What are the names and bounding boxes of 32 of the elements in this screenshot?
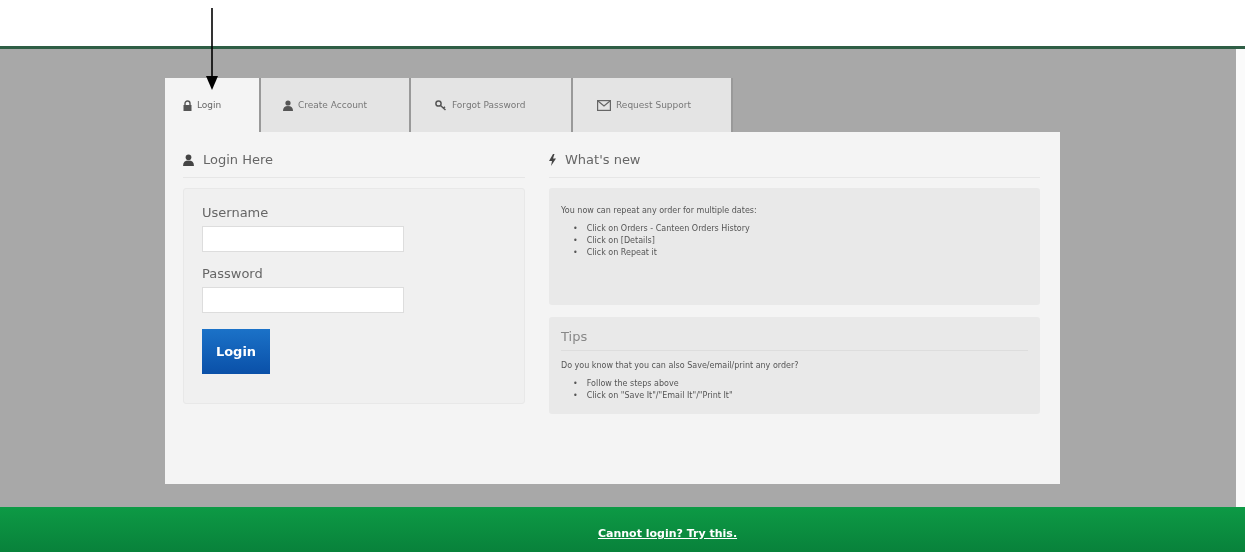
list-item: Follow the steps above <box>586 378 679 390</box>
help-link[interactable]: Cannot login? Try this. <box>507 527 738 541</box>
list-item: Click on [Details] <box>586 235 655 247</box>
news-text: You now can repeat any order for multiple dates: <box>561 206 758 215</box>
section-heading: What's new <box>565 152 641 167</box>
bullet: • <box>573 235 578 247</box>
login-button[interactable]: Login <box>202 329 270 374</box>
scrollbar[interactable] <box>1236 49 1245 507</box>
lock-icon <box>183 99 192 111</box>
tab[interactable]: Forgot Password <box>411 78 573 132</box>
bullet: • <box>573 247 578 259</box>
mail-icon <box>597 99 611 111</box>
section-heading: Login Here <box>203 152 274 167</box>
field-label: Password <box>202 266 263 281</box>
list-item: Click on "Save It"/"Email It"/"Print It" <box>586 390 733 402</box>
user-icon <box>283 99 293 111</box>
tab[interactable]: Login <box>165 78 261 132</box>
field-label: Username <box>202 205 269 220</box>
lightning-icon <box>549 153 556 166</box>
input-field[interactable] <box>202 287 404 313</box>
tips-text: Do you know that you can also Save/email/print any order? <box>561 361 800 370</box>
list-item: Click on Orders - Canteen Orders History <box>586 223 750 235</box>
bullet: • <box>573 378 578 390</box>
user-icon <box>183 153 194 166</box>
bullet: • <box>573 223 578 235</box>
input-field[interactable] <box>202 226 404 252</box>
bullet: • <box>573 390 578 402</box>
tips-heading: Tips <box>561 329 1028 351</box>
tab[interactable]: Request Support <box>573 78 733 132</box>
key-icon <box>435 99 447 111</box>
list-item: Click on Repeat it <box>586 247 657 259</box>
tab[interactable]: Create Account <box>261 78 411 132</box>
